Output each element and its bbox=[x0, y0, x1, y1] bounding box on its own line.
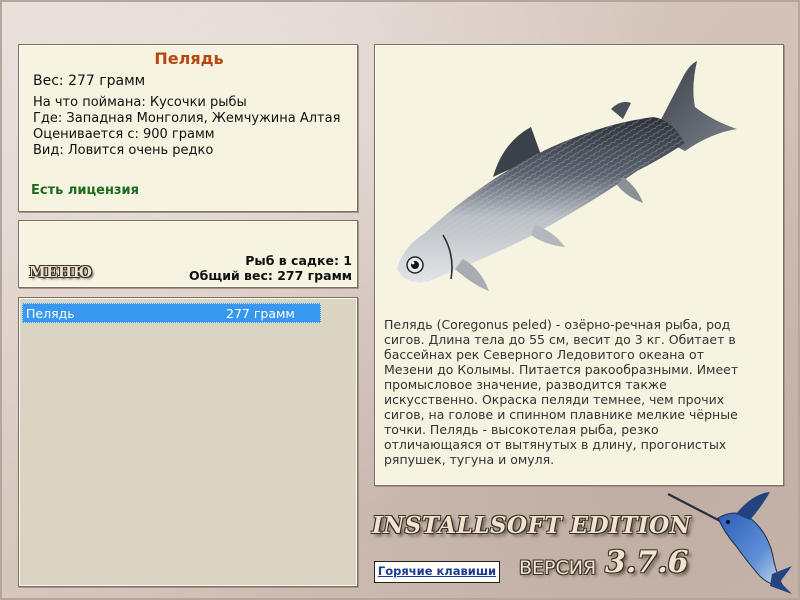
marlin-logo bbox=[667, 492, 792, 594]
version-label: ВЕРСИЯ bbox=[519, 557, 597, 579]
fish-kind: Вид: Ловится очень редко bbox=[33, 143, 214, 158]
hotkeys-button[interactable]: Горячие клавиши bbox=[374, 561, 500, 583]
keepnet-count: Рыб в садке: 1 bbox=[245, 253, 352, 268]
keepnet-total-weight: Общий вес: 277 грамм bbox=[189, 268, 352, 283]
fish-description-panel: Пелядь (Coregonus peled) - озёрно-речная… bbox=[374, 44, 784, 486]
fish-details: На что поймана: Кусочки рыбы Где: Западн… bbox=[33, 95, 340, 159]
fish-location: Где: Западная Монголия, Жемчужина Алтая bbox=[33, 111, 341, 126]
fish-info-panel: Пелядь Вес: 277 грамм На что поймана: Ку… bbox=[18, 44, 358, 212]
keepnet-list: Пелядь 277 грамм bbox=[18, 297, 358, 587]
catch-stats: Рыб в садке: 1 Общий вес: 277 грамм bbox=[189, 253, 352, 283]
license-status: Есть лицензия bbox=[31, 183, 139, 198]
fish-bait: На что поймана: Кусочки рыбы bbox=[33, 95, 247, 110]
fish-title: Пелядь bbox=[154, 49, 224, 68]
fish-image bbox=[397, 61, 737, 291]
edition-logo-text: INSTALLSOFT EDITION bbox=[372, 512, 692, 539]
list-item-name: Пелядь bbox=[26, 306, 75, 321]
list-item[interactable]: Пелядь 277 грамм bbox=[22, 303, 321, 323]
fish-description: Пелядь (Coregonus peled) - озёрно-речная… bbox=[384, 317, 739, 467]
menu-button[interactable]: МЕНЮ bbox=[29, 263, 93, 281]
fish-weight: Вес: 277 грамм bbox=[33, 73, 146, 89]
list-item-weight: 277 грамм bbox=[226, 306, 295, 321]
fish-valued-from: Оценивается с: 900 грамм bbox=[33, 127, 215, 142]
keepnet-summary-panel: МЕНЮ Рыб в садке: 1 Общий вес: 277 грамм bbox=[18, 220, 358, 288]
